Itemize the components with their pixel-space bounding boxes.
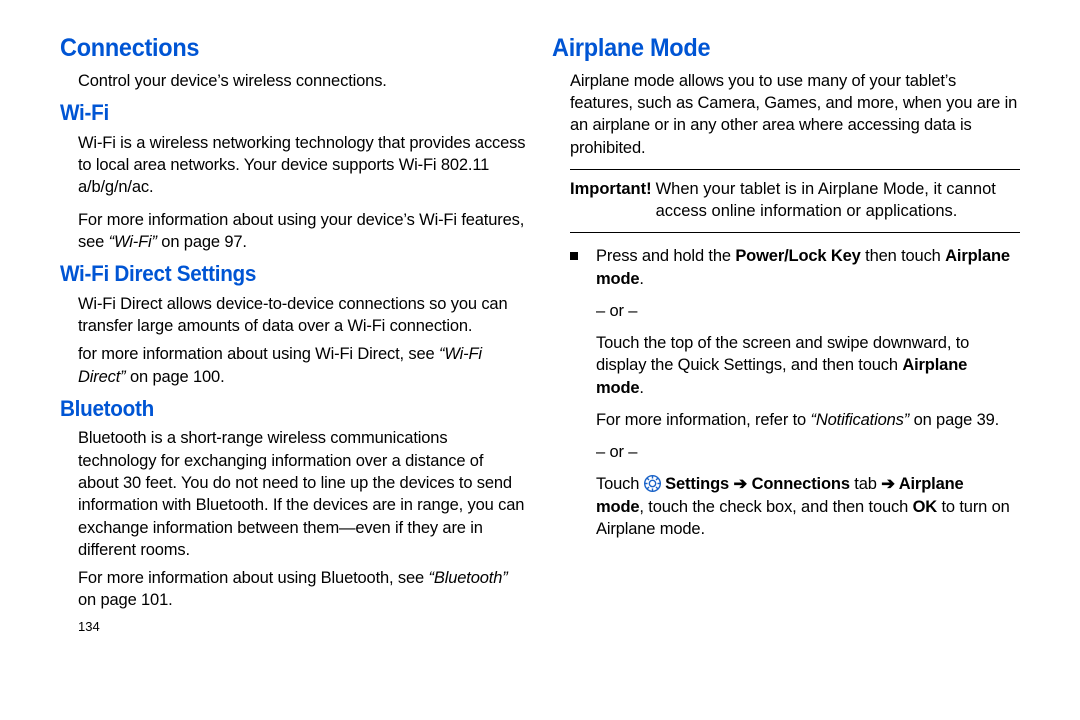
text: Touch (596, 475, 644, 493)
instruction-text: Press and hold the Power/Lock Key then t… (596, 245, 1020, 550)
text: , touch the check box, and then touch (639, 498, 912, 516)
ok-label: OK (913, 498, 937, 516)
right-column: Airplane Mode Airplane mode allows you t… (540, 30, 1032, 700)
divider (570, 169, 1020, 170)
wfd-para-1: Wi-Fi Direct allows device-to-device con… (78, 293, 528, 338)
connections-intro: Control your device’s wireless connectio… (78, 70, 528, 92)
important-note: Important! When your tablet is in Airpla… (570, 178, 1020, 223)
bt-para-2: For more information about using Bluetoo… (78, 567, 528, 612)
settings-label: Settings (665, 475, 729, 493)
important-label: Important! (570, 178, 656, 223)
settings-gear-icon (644, 475, 661, 492)
or-separator: – or – (596, 441, 1010, 463)
text: on page 100. (126, 368, 225, 386)
arrow-icon: ➔ (881, 475, 899, 493)
power-lock-key: Power/Lock Key (735, 247, 860, 265)
important-text: When your tablet is in Airplane Mode, it… (656, 178, 1020, 223)
heading-bluetooth: Bluetooth (60, 394, 500, 424)
or-separator: – or – (596, 300, 1010, 322)
text: on page 39. (909, 411, 999, 429)
manual-page: Connections Control your device’s wirele… (0, 0, 1080, 720)
airplane-para-1: Airplane mode allows you to use many of … (570, 70, 1020, 159)
text: . (639, 270, 643, 288)
text: then touch (861, 247, 945, 265)
text: on page 101. (78, 591, 173, 609)
page-number: 134 (78, 618, 528, 636)
text: tab (850, 475, 881, 493)
link-wifi[interactable]: “Wi-Fi” (109, 233, 157, 251)
heading-wifi-direct: Wi-Fi Direct Settings (60, 259, 500, 289)
link-bluetooth[interactable]: “Bluetooth” (429, 569, 508, 587)
heading-wifi: Wi-Fi (60, 98, 500, 128)
bt-para-1: Bluetooth is a short-range wireless comm… (78, 427, 528, 561)
bullet-icon (570, 252, 578, 260)
heading-connections: Connections (60, 32, 500, 66)
left-column: Connections Control your device’s wirele… (48, 30, 540, 700)
text: For more information, refer to (596, 411, 811, 429)
text: . (639, 379, 643, 397)
instruction-bullet: Press and hold the Power/Lock Key then t… (570, 245, 1020, 550)
divider (570, 232, 1020, 233)
text: For more information about using Bluetoo… (78, 569, 429, 587)
wfd-para-2: for more information about using Wi-Fi D… (78, 343, 528, 388)
wifi-para-2: For more information about using your de… (78, 209, 528, 254)
text: Press and hold the (596, 247, 735, 265)
text: for more information about using Wi-Fi D… (78, 345, 439, 363)
connections-label: Connections (752, 475, 850, 493)
text: on page 97. (157, 233, 247, 251)
link-notifications[interactable]: “Notifications” (811, 411, 910, 429)
wifi-para-1: Wi-Fi is a wireless networking technolog… (78, 132, 528, 199)
heading-airplane-mode: Airplane Mode (552, 32, 992, 66)
arrow-icon: ➔ (729, 475, 752, 493)
